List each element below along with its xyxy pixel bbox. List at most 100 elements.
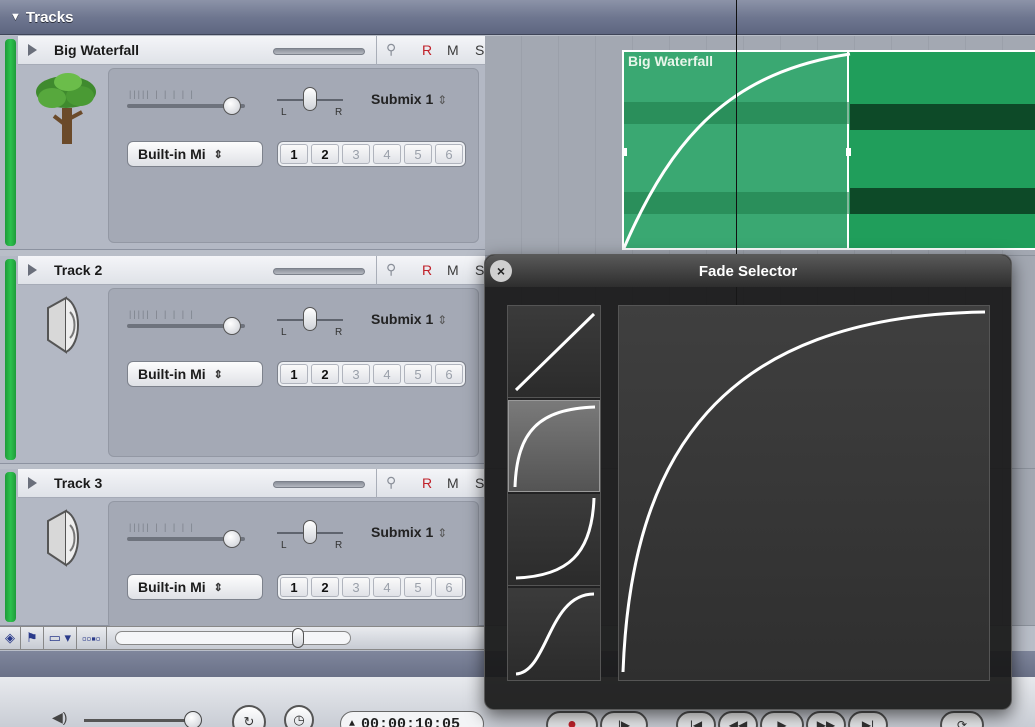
track-2[interactable]: Track 2 ⚲ R M S ||||| | | | | | L R Subm… <box>0 256 485 464</box>
channel-1-button[interactable]: 1 <box>280 364 308 384</box>
record-enable-button[interactable]: R <box>422 42 432 58</box>
mute-button[interactable]: M <box>447 475 459 491</box>
flag-icon[interactable]: ⚑ <box>21 627 44 649</box>
fade-option-linear[interactable] <box>508 306 600 398</box>
close-button[interactable]: × <box>490 260 512 282</box>
pan-slider[interactable]: L R <box>277 81 343 118</box>
mute-button[interactable]: M <box>447 42 459 58</box>
channel-3-button[interactable]: 3 <box>342 364 370 384</box>
pan-slider-handle[interactable] <box>303 87 317 111</box>
timecode-value: 00:00:10:05 <box>361 715 461 727</box>
cycle-button[interactable]: ⟳ <box>940 711 984 727</box>
track-name[interactable]: Track 2 <box>54 262 102 278</box>
mute-button[interactable]: M <box>447 262 459 278</box>
zoom-slider-thumb[interactable] <box>291 628 304 648</box>
disclosure-triangle-icon[interactable] <box>28 44 37 56</box>
disclosure-triangle-icon[interactable] <box>28 477 37 489</box>
channel-5-button[interactable]: 5 <box>404 364 432 384</box>
submix-popup[interactable]: Submix 1 ⇕ <box>371 524 447 540</box>
channel-1-button[interactable]: 1 <box>280 577 308 597</box>
volume-slider-knob[interactable] <box>223 530 241 548</box>
waveform-zoom-icon[interactable]: ▫▫▪▫ <box>77 627 107 649</box>
solo-button[interactable]: S <box>475 42 484 58</box>
volume-slider[interactable]: ||||| | | | | | <box>127 309 245 337</box>
audio-region-big-waterfall[interactable]: Big Waterfall <box>622 50 1035 250</box>
go-to-end-button[interactable]: ▶| <box>848 711 888 727</box>
track-volume-mini-slider[interactable] <box>273 268 365 275</box>
channel-3-button[interactable]: 3 <box>342 577 370 597</box>
volume-slider-knob[interactable] <box>223 97 241 115</box>
channel-4-button[interactable]: 4 <box>373 577 401 597</box>
record-button[interactable]: ● <box>546 711 598 727</box>
pan-right-label: R <box>335 107 343 118</box>
pan-slider-handle[interactable] <box>303 307 317 331</box>
zoom-slider[interactable] <box>114 628 351 648</box>
track-name[interactable]: Track 3 <box>54 475 102 491</box>
rewind-button[interactable]: ◀◀ <box>718 711 758 727</box>
fade-selector-title-bar[interactable]: × Fade Selector <box>485 255 1011 287</box>
master-volume-knob[interactable] <box>184 711 202 727</box>
input-device-popup[interactable]: Built-in Mi ⇕ <box>127 361 263 387</box>
pan-slider-handle[interactable] <box>303 520 317 544</box>
ruler-icon[interactable]: ▭ ▾ <box>44 627 78 649</box>
fade-selector-panel: × Fade Selector <box>484 254 1012 710</box>
popup-arrows-icon: ⇕ <box>437 526 448 540</box>
channel-6-button[interactable]: 6 <box>435 364 463 384</box>
channel-5-button[interactable]: 5 <box>404 577 432 597</box>
fade-option-fast[interactable] <box>508 400 600 492</box>
record-arm-icon[interactable]: ⚲ <box>386 474 396 491</box>
solo-button[interactable]: S <box>475 475 484 491</box>
input-device-label: Built-in Mi <box>138 146 206 162</box>
disclosure-down-icon[interactable]: ▼ <box>10 11 21 23</box>
track-3[interactable]: Track 3 ⚲ R M S ||||| | | | | | L R Subm… <box>0 469 485 629</box>
track-big-waterfall[interactable]: Big Waterfall ⚲ R M S ||||| | | | | | L … <box>0 36 485 250</box>
disclosure-triangle-icon[interactable] <box>28 264 37 276</box>
volume-slider[interactable]: ||||| | | | | | <box>127 89 245 117</box>
channel-2-button[interactable]: 2 <box>311 144 339 164</box>
record-enable-button[interactable]: R <box>422 475 432 491</box>
pan-left-label: L <box>281 107 287 118</box>
fade-option-s-curve[interactable] <box>508 588 600 680</box>
volume-ticks: ||||| | | | | | <box>129 89 195 99</box>
channel-1-button[interactable]: 1 <box>280 144 308 164</box>
master-volume-track <box>84 719 194 722</box>
tempo-icon[interactable]: ↻ <box>232 705 266 727</box>
submix-popup[interactable]: Submix 1 ⇕ <box>371 311 447 327</box>
track-name[interactable]: Big Waterfall <box>54 42 139 58</box>
volume-slider[interactable]: ||||| | | | | | <box>127 522 245 550</box>
input-device-popup[interactable]: Built-in Mi ⇕ <box>127 574 263 600</box>
tracks-header[interactable]: ▼ Tracks <box>0 0 1035 35</box>
fast-forward-button[interactable]: ▶▶ <box>806 711 846 727</box>
channel-2-button[interactable]: 2 <box>311 577 339 597</box>
solo-button[interactable]: S <box>475 262 484 278</box>
fade-option-slow[interactable] <box>508 494 600 586</box>
play-button[interactable]: ▶ <box>760 711 804 727</box>
input-device-label: Built-in Mi <box>138 579 206 595</box>
input-device-popup[interactable]: Built-in Mi ⇕ <box>127 141 263 167</box>
play-from-start-button[interactable]: |▶ <box>600 711 648 727</box>
pan-right-label: R <box>335 540 343 551</box>
channel-6-button[interactable]: 6 <box>435 577 463 597</box>
channel-4-button[interactable]: 4 <box>373 144 401 164</box>
channel-4-button[interactable]: 4 <box>373 364 401 384</box>
record-arm-icon[interactable]: ⚲ <box>386 261 396 278</box>
volume-slider-knob[interactable] <box>223 317 241 335</box>
popup-arrows-icon: ⇕ <box>213 581 223 594</box>
pan-slider[interactable]: L R <box>277 514 343 551</box>
snap-icon[interactable]: ◈ <box>0 627 21 649</box>
track-volume-mini-slider[interactable] <box>273 48 365 55</box>
submix-popup[interactable]: Submix 1 ⇕ <box>371 91 447 107</box>
record-arm-icon[interactable]: ⚲ <box>386 41 396 58</box>
channel-5-button[interactable]: 5 <box>404 144 432 164</box>
record-enable-button[interactable]: R <box>422 262 432 278</box>
timeline-lane[interactable]: Big Waterfall <box>485 36 1035 256</box>
popup-arrows-icon: ⇕ <box>213 368 223 381</box>
go-to-start-button[interactable]: |◀ <box>676 711 716 727</box>
channel-2-button[interactable]: 2 <box>311 364 339 384</box>
channel-3-button[interactable]: 3 <box>342 144 370 164</box>
metronome-icon[interactable]: ◷ <box>284 705 314 727</box>
pan-slider[interactable]: L R <box>277 301 343 338</box>
channel-6-button[interactable]: 6 <box>435 144 463 164</box>
track-volume-mini-slider[interactable] <box>273 481 365 488</box>
timecode-display[interactable]: ▲ 00:00:10:05 <box>340 711 484 727</box>
